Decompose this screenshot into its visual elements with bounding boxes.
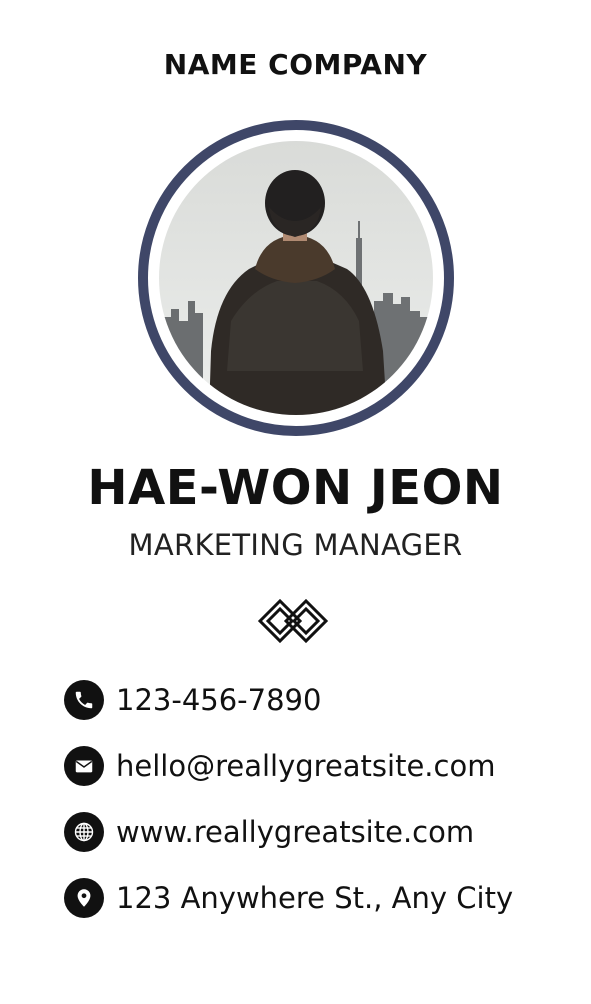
profile-photo-frame	[138, 120, 454, 436]
contact-address: 123 Anywhere St., Any City	[64, 877, 564, 919]
email-icon	[64, 746, 104, 786]
phone-text: 123-456-7890	[116, 683, 322, 717]
company-name: NAME COMPANY	[163, 48, 428, 81]
email-text: hello@reallygreatsite.com	[116, 749, 496, 783]
location-pin-icon	[64, 878, 104, 918]
contact-website: www.reallygreatsite.com	[64, 811, 564, 853]
profile-photo-illustration	[159, 141, 433, 415]
address-text: 123 Anywhere St., Any City	[116, 881, 514, 915]
contact-phone: 123-456-7890	[64, 679, 564, 721]
job-title: MARKETING MANAGER	[128, 528, 463, 562]
globe-icon	[64, 812, 104, 852]
interlocked-logo-icon	[256, 592, 330, 650]
profile-photo	[159, 141, 433, 415]
website-text: www.reallygreatsite.com	[116, 815, 475, 849]
phone-icon	[64, 680, 104, 720]
contact-email: hello@reallygreatsite.com	[64, 745, 564, 787]
person-name: HAE-WON JEON	[87, 460, 504, 516]
